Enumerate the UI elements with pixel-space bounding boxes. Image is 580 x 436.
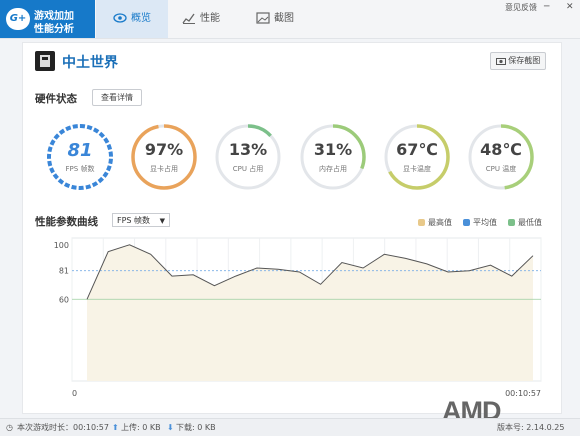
x-tick-label-start: 0 bbox=[72, 389, 77, 398]
upload-stat: 上传: 0 KB bbox=[121, 423, 161, 432]
x-tick-label-end: 00:10:57 bbox=[505, 389, 541, 398]
clock-icon: ◷ bbox=[6, 423, 13, 432]
session-time: 本次游戏时长：00:10:57 bbox=[17, 423, 109, 432]
status-bar: ◷ 本次游戏时长：00:10:57 ⬆ 上传: 0 KB ⬇ 下载: 0 KB … bbox=[0, 418, 580, 436]
upload-icon: ⬆ bbox=[112, 423, 119, 432]
download-icon: ⬇ bbox=[167, 423, 174, 432]
performance-chart: 100 81 60 0 00:10:57 bbox=[54, 237, 542, 398]
y-tick-label: 81 bbox=[59, 267, 69, 276]
download-stat: 下载: 0 KB bbox=[176, 423, 216, 432]
version-label: 版本号: 2.14.0.25 bbox=[497, 423, 565, 432]
y-tick-label: 60 bbox=[59, 295, 69, 304]
y-tick-label: 100 bbox=[54, 241, 69, 250]
